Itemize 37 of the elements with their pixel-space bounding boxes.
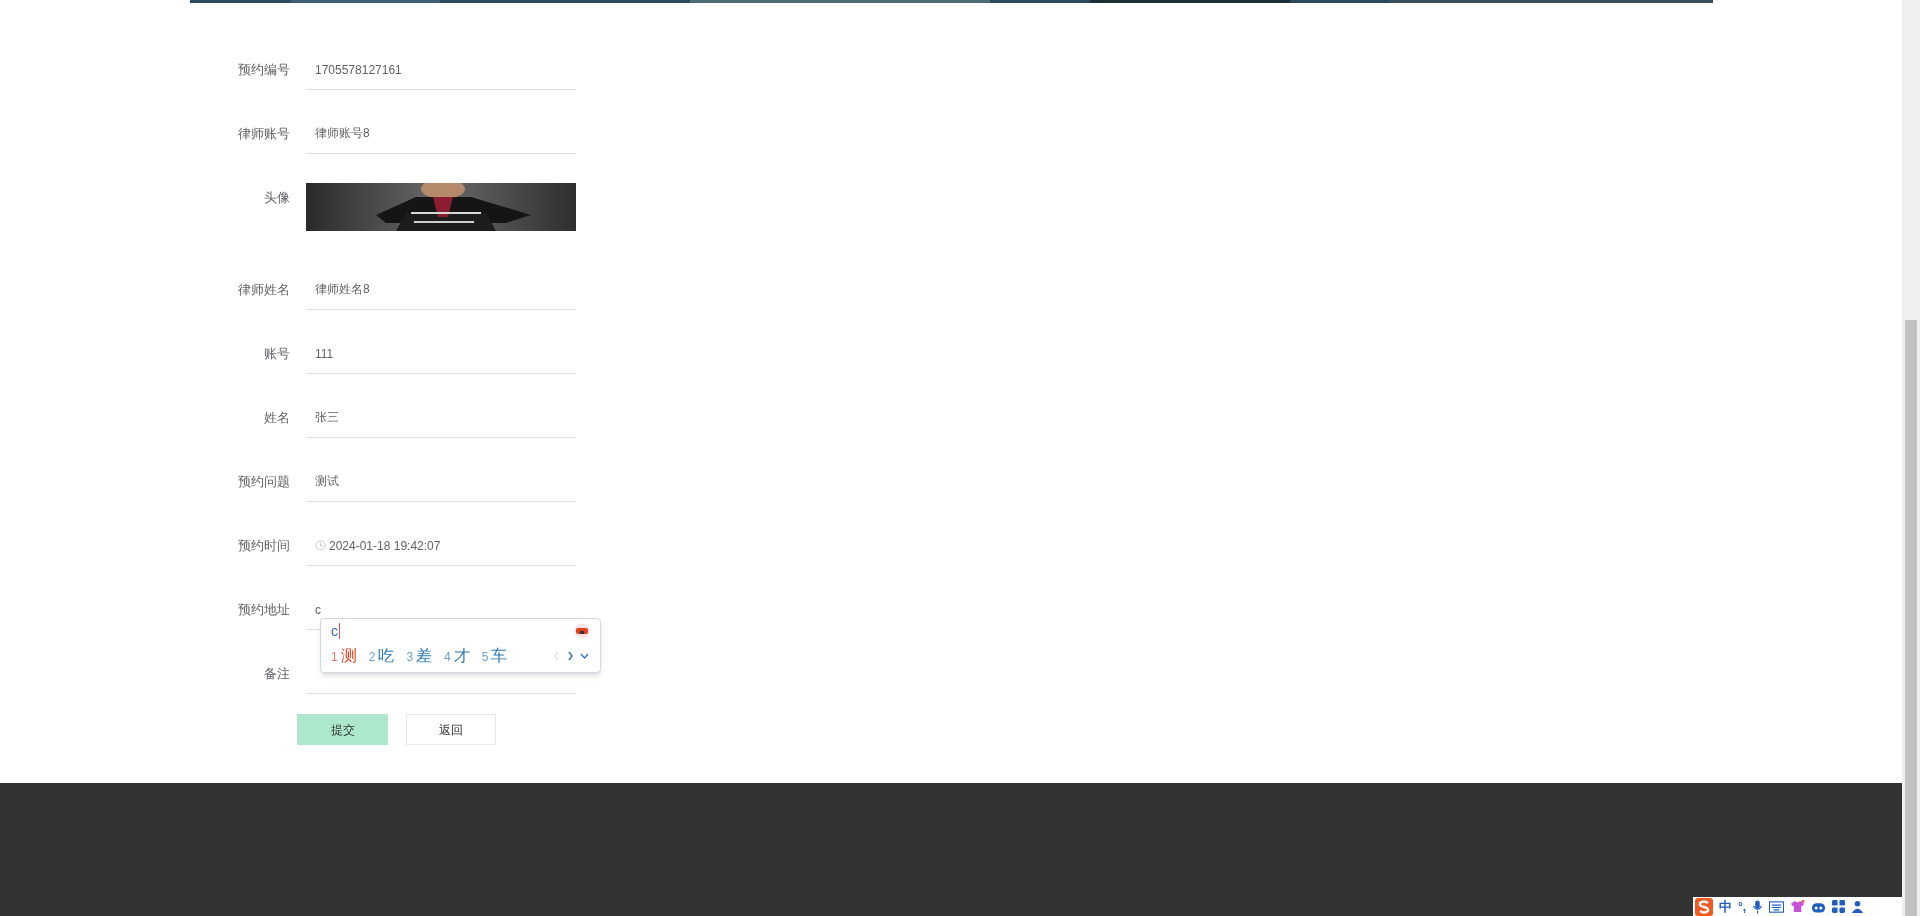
apps-grid-icon[interactable] [1832, 900, 1846, 913]
field-label: 账号 [263, 345, 291, 363]
input-field[interactable]: 律师账号8 [306, 114, 576, 154]
keyboard-icon[interactable] [1769, 900, 1785, 913]
sogou-logo-icon[interactable] [1695, 897, 1713, 916]
input-field[interactable]: 测试 [306, 462, 576, 502]
field-label: 预约地址 [237, 601, 291, 619]
field-label: 预约时间 [237, 537, 291, 555]
ime-candidate[interactable]: 1 测 [331, 644, 357, 668]
robot-icon[interactable] [1811, 900, 1827, 913]
input-field[interactable]: 律师姓名8 [306, 270, 576, 310]
ime-candidate[interactable]: 2 吃 [368, 644, 395, 668]
field-label: 备注 [263, 665, 291, 683]
ime-candidate[interactable]: 5 车 [481, 644, 508, 668]
input-field[interactable]: 张三 [306, 398, 576, 438]
clock-icon [315, 540, 326, 551]
scrollbar[interactable] [1902, 0, 1920, 916]
ime-candidate[interactable]: 3 差 [406, 644, 433, 668]
input-field[interactable]: 2024-01-18 19:42:07 [306, 526, 576, 566]
microphone-icon[interactable] [1752, 899, 1764, 914]
back-button[interactable]: 返回 [406, 714, 496, 745]
skin-icon[interactable] [574, 623, 590, 639]
input-field[interactable]: 1705578127161 [306, 50, 576, 90]
submit-button[interactable]: 提交 [297, 714, 388, 745]
input-field[interactable]: 111 [306, 334, 576, 374]
input-mode-toggle[interactable]: 中 [1719, 898, 1732, 915]
ime-candidate[interactable]: 4 才 [444, 644, 470, 668]
punctuation-toggle[interactable]: °, [1738, 898, 1747, 915]
field-label: 律师账号 [237, 125, 291, 143]
shirt-icon[interactable] [1790, 900, 1806, 913]
field-label: 头像 [263, 189, 291, 207]
composition-text: c [331, 623, 340, 639]
field-label: 律师姓名 [237, 281, 291, 299]
field-label: 预约编号 [237, 61, 291, 79]
field-label: 姓名 [263, 409, 291, 427]
user-icon[interactable] [1851, 900, 1865, 913]
field-label: 预约问题 [237, 473, 291, 491]
